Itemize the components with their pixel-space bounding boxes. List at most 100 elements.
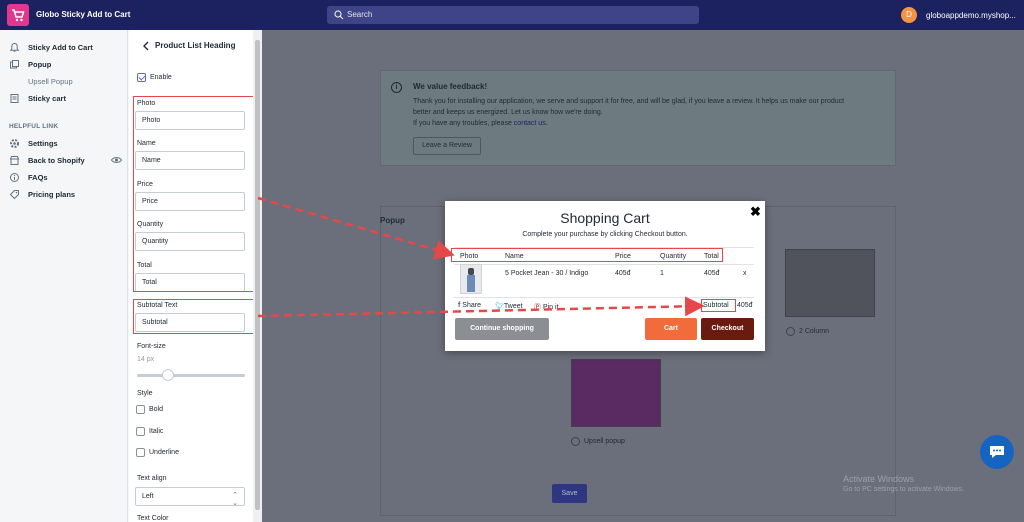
text-color-label: Text Color	[137, 515, 169, 522]
text-align-label: Text align	[137, 475, 167, 482]
top-bar: Globo Sticky Add to Cart Search D globoa…	[0, 0, 1024, 30]
divider	[454, 297, 754, 298]
nav-item-settings[interactable]: Settings	[0, 137, 128, 151]
gear-icon	[10, 139, 19, 148]
product-name[interactable]: 5 Pocket Jean - 30 / Indigo	[505, 270, 588, 277]
save-button[interactable]: Save	[552, 484, 587, 503]
nav-label: Sticky Add to Cart	[28, 43, 93, 52]
document-icon	[10, 94, 19, 103]
col-quantity: Quantity	[660, 253, 687, 260]
modal-subtitle: Complete your purchase by clicking Check…	[522, 231, 688, 238]
underline-label: Underline	[149, 449, 179, 456]
search-bar[interactable]: Search	[327, 6, 699, 24]
activate-windows-subtitle: Go to PC settings to activate Windows.	[843, 486, 964, 493]
store-name[interactable]: globoappdemo.myshop...	[926, 11, 1016, 20]
nav-label: Popup	[28, 60, 52, 69]
nav-item-sticky-cart[interactable]: Sticky cart	[0, 92, 128, 106]
nav-label: Settings	[28, 139, 58, 148]
bell-icon	[9, 42, 20, 52]
info-icon	[10, 173, 19, 182]
radio-2-column[interactable]	[786, 327, 795, 336]
contact-us-link[interactable]: contact us	[514, 120, 546, 127]
popup-icon	[10, 60, 19, 69]
col-photo: Photo	[460, 253, 479, 260]
avatar[interactable]: D	[901, 7, 917, 23]
activate-windows-title: Activate Windows	[843, 474, 915, 484]
font-size-label: Font-size	[137, 343, 166, 350]
panel-scrollbar[interactable]	[253, 30, 262, 522]
subtotal-value: 405đ	[737, 302, 753, 309]
field-annotation-box	[133, 96, 253, 292]
label-upsell-popup: Upsell popup	[584, 438, 625, 445]
feedback-title: We value feedback!	[413, 82, 488, 91]
pinterest-icon: Ⓟ	[534, 304, 541, 311]
share-label: Share	[462, 302, 481, 309]
share-button[interactable]: f Share	[458, 302, 481, 309]
nav-item-sticky-add-to-cart[interactable]: Sticky Add to Cart	[0, 41, 128, 55]
font-size-value: 14 px	[137, 356, 155, 363]
feedback-line-2: better and keeps us energized. Let us kn…	[413, 109, 603, 116]
feedback-banner: i We value feedback! Thank you for insta…	[380, 70, 896, 166]
store-icon	[9, 156, 20, 165]
col-price: Price	[615, 253, 631, 260]
nav-item-popup[interactable]: Popup	[0, 58, 128, 72]
nav-item-upsell-popup[interactable]: Upsell Popup	[0, 75, 128, 89]
tag-icon	[9, 190, 19, 200]
product-image	[460, 264, 482, 294]
modal-title: Shopping Cart	[560, 210, 650, 226]
col-name: Name	[505, 253, 524, 260]
continue-shopping-button[interactable]: Continue shopping	[455, 318, 549, 340]
cart-button[interactable]: Cart	[645, 318, 697, 340]
layout-thumb-2-column[interactable]	[785, 249, 875, 317]
tweet-label: Tweet	[503, 303, 523, 310]
label-2-column: 2 Column	[799, 328, 829, 335]
popup-section-title: Popup	[380, 216, 405, 225]
remove-item-button[interactable]: x	[743, 270, 747, 277]
nav-label: Back to Shopify	[28, 156, 85, 165]
radio-upsell-popup[interactable]	[571, 437, 580, 446]
product-quantity[interactable]: 1	[660, 270, 664, 277]
chat-icon	[990, 446, 1004, 458]
search-placeholder: Search	[347, 10, 373, 19]
feedback-line-3: If you have any troubles, please contact…	[413, 120, 883, 127]
pinit-label: Pin it	[542, 304, 559, 311]
nav-item-pricing-plans[interactable]: Pricing plans	[0, 188, 128, 202]
bold-label: Bold	[149, 406, 164, 413]
nav-item-back-to-shopify[interactable]: Back to Shopify	[0, 154, 128, 168]
helpful-link-heading: HELPFUL LINK	[9, 123, 59, 130]
nav-label: FAQs	[28, 173, 48, 182]
shopping-cart-modal: ✖ Shopping Cart Complete your purchase b…	[445, 201, 765, 351]
twitter-icon: 🐦︎	[495, 303, 504, 310]
tweet-button[interactable]: 🐦︎Tweet	[495, 302, 523, 310]
pin-it-button[interactable]: Ⓟ Pin it	[534, 302, 559, 312]
feedback-line-3-suffix: .	[545, 120, 548, 127]
bold-checkbox[interactable]	[136, 405, 145, 414]
app-title: Globo Sticky Add to Cart	[36, 10, 131, 19]
product-total: 405đ	[704, 270, 720, 277]
facebook-icon: f	[458, 302, 461, 309]
leave-review-button[interactable]: Leave a Review	[413, 137, 481, 155]
back-chevron-icon[interactable]	[142, 41, 150, 51]
select-caret-icon: ⌃ ⌄	[232, 492, 238, 507]
eye-icon[interactable]	[111, 156, 122, 164]
enable-checkbox[interactable]	[137, 73, 146, 82]
feedback-line-1: Thank you for installing our application…	[413, 98, 845, 105]
nav-item-faqs[interactable]: FAQs	[0, 171, 128, 185]
font-size-slider-track[interactable]	[137, 374, 245, 377]
scrollbar-thumb[interactable]	[255, 40, 260, 510]
style-label: Style	[137, 390, 153, 397]
search-icon	[334, 10, 344, 20]
nav-label: Sticky cart	[28, 94, 66, 103]
underline-checkbox[interactable]	[136, 448, 145, 457]
chat-button[interactable]	[980, 435, 1014, 469]
feedback-line-3-prefix: If you have any troubles, please	[413, 120, 514, 127]
nav-label: Upsell Popup	[28, 77, 73, 86]
text-align-select[interactable]: Left ⌃ ⌄	[135, 487, 245, 507]
italic-checkbox[interactable]	[136, 427, 145, 436]
left-nav: Sticky Add to Cart Popup Upsell Popup St…	[0, 30, 128, 522]
font-size-slider-handle[interactable]	[162, 369, 174, 381]
divider	[454, 264, 754, 265]
subtotal-label: Subtotal	[703, 302, 729, 309]
layout-thumb-upsell[interactable]	[571, 359, 661, 427]
checkout-button[interactable]: Checkout	[701, 318, 754, 340]
